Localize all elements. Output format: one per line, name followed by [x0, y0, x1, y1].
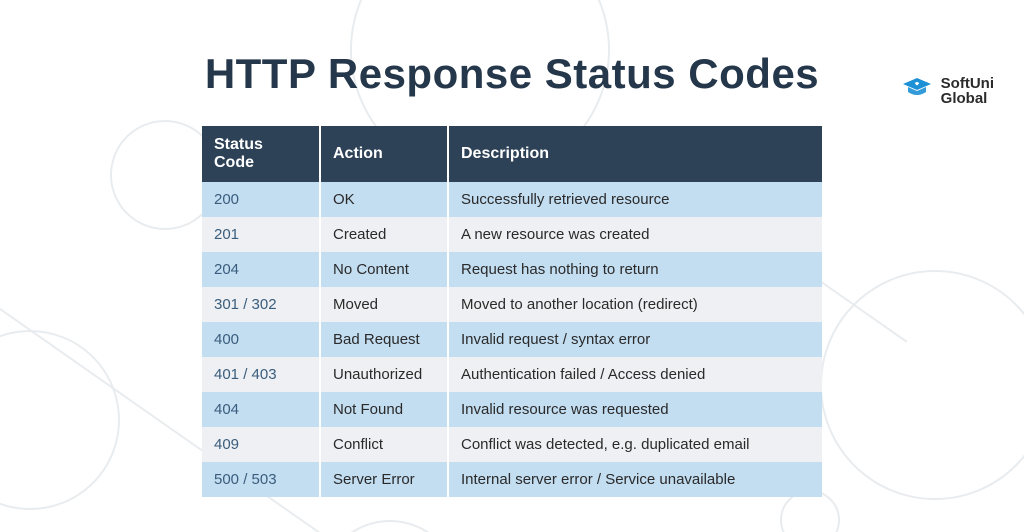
table-row: 201CreatedA new resource was created [202, 217, 822, 252]
cell-action: Created [320, 217, 448, 252]
status-codes-table: Status Code Action Description 200OKSucc… [202, 126, 822, 497]
col-header-action: Action [320, 126, 448, 182]
bg-decor-circle [0, 330, 120, 510]
cell-status-code: 500 / 503 [202, 462, 320, 497]
cell-status-code: 400 [202, 322, 320, 357]
cell-description: Authentication failed / Access denied [448, 357, 822, 392]
cell-action: Bad Request [320, 322, 448, 357]
brand-name-line1: SoftUni [941, 76, 994, 91]
col-header-status-code: Status Code [202, 126, 320, 182]
cell-action: Unauthorized [320, 357, 448, 392]
cell-action: Not Found [320, 392, 448, 427]
cell-status-code: 401 / 403 [202, 357, 320, 392]
cell-description: Internal server error / Service unavaila… [448, 462, 822, 497]
cell-description: Invalid request / syntax error [448, 322, 822, 357]
cell-description: Moved to another location (redirect) [448, 287, 822, 322]
cell-status-code: 409 [202, 427, 320, 462]
table-row: 400Bad RequestInvalid request / syntax e… [202, 322, 822, 357]
table-header-row: Status Code Action Description [202, 126, 822, 182]
brand-logo: SoftUni Global [901, 74, 994, 107]
cell-description: Request has nothing to return [448, 252, 822, 287]
table-row: 500 / 503Server ErrorInternal server err… [202, 462, 822, 497]
graduation-cap-icon [901, 74, 933, 107]
cell-action: Conflict [320, 427, 448, 462]
table-row: 401 / 403UnauthorizedAuthentication fail… [202, 357, 822, 392]
cell-action: OK [320, 182, 448, 217]
table-row: 301 / 302MovedMoved to another location … [202, 287, 822, 322]
table-row: 200OKSuccessfully retrieved resource [202, 182, 822, 217]
cell-description: Invalid resource was requested [448, 392, 822, 427]
bg-decor-circle [820, 270, 1024, 500]
cell-action: Moved [320, 287, 448, 322]
col-header-description: Description [448, 126, 822, 182]
table-row: 404Not FoundInvalid resource was request… [202, 392, 822, 427]
table-row: 204No ContentRequest has nothing to retu… [202, 252, 822, 287]
page-title: HTTP Response Status Codes [0, 50, 1024, 98]
brand-name-line2: Global [941, 91, 994, 106]
cell-action: Server Error [320, 462, 448, 497]
cell-action: No Content [320, 252, 448, 287]
cell-description: Conflict was detected, e.g. duplicated e… [448, 427, 822, 462]
table-row: 409ConflictConflict was detected, e.g. d… [202, 427, 822, 462]
cell-description: Successfully retrieved resource [448, 182, 822, 217]
cell-description: A new resource was created [448, 217, 822, 252]
cell-status-code: 204 [202, 252, 320, 287]
cell-status-code: 301 / 302 [202, 287, 320, 322]
bg-decor-circle [320, 520, 460, 532]
cell-status-code: 404 [202, 392, 320, 427]
cell-status-code: 201 [202, 217, 320, 252]
cell-status-code: 200 [202, 182, 320, 217]
